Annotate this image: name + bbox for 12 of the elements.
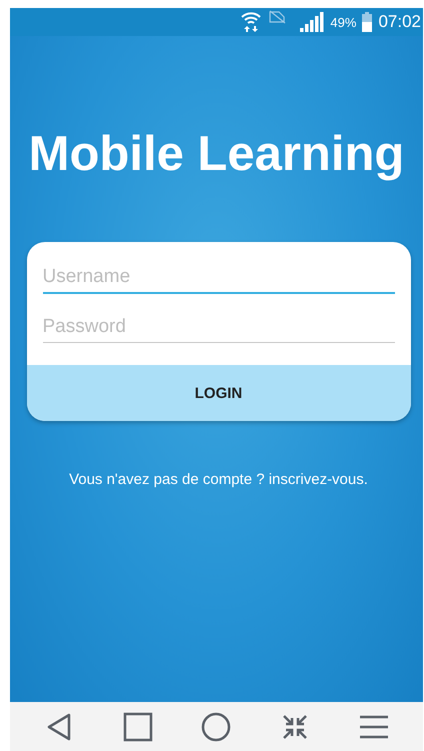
login-button[interactable]: LOGIN <box>26 365 410 421</box>
no-sim-icon <box>268 10 286 24</box>
square-icon[interactable] <box>122 710 154 742</box>
app-title: Mobile Learning <box>28 126 404 182</box>
username-field[interactable]: Username <box>42 262 394 294</box>
password-field[interactable]: Password <box>42 312 394 343</box>
battery-icon <box>362 12 372 32</box>
battery-percentage: 49% <box>330 14 356 30</box>
signal-icon <box>300 12 324 32</box>
home-icon[interactable] <box>200 710 232 742</box>
wifi-icon <box>240 11 262 33</box>
clock-time: 07:02 <box>378 12 421 32</box>
